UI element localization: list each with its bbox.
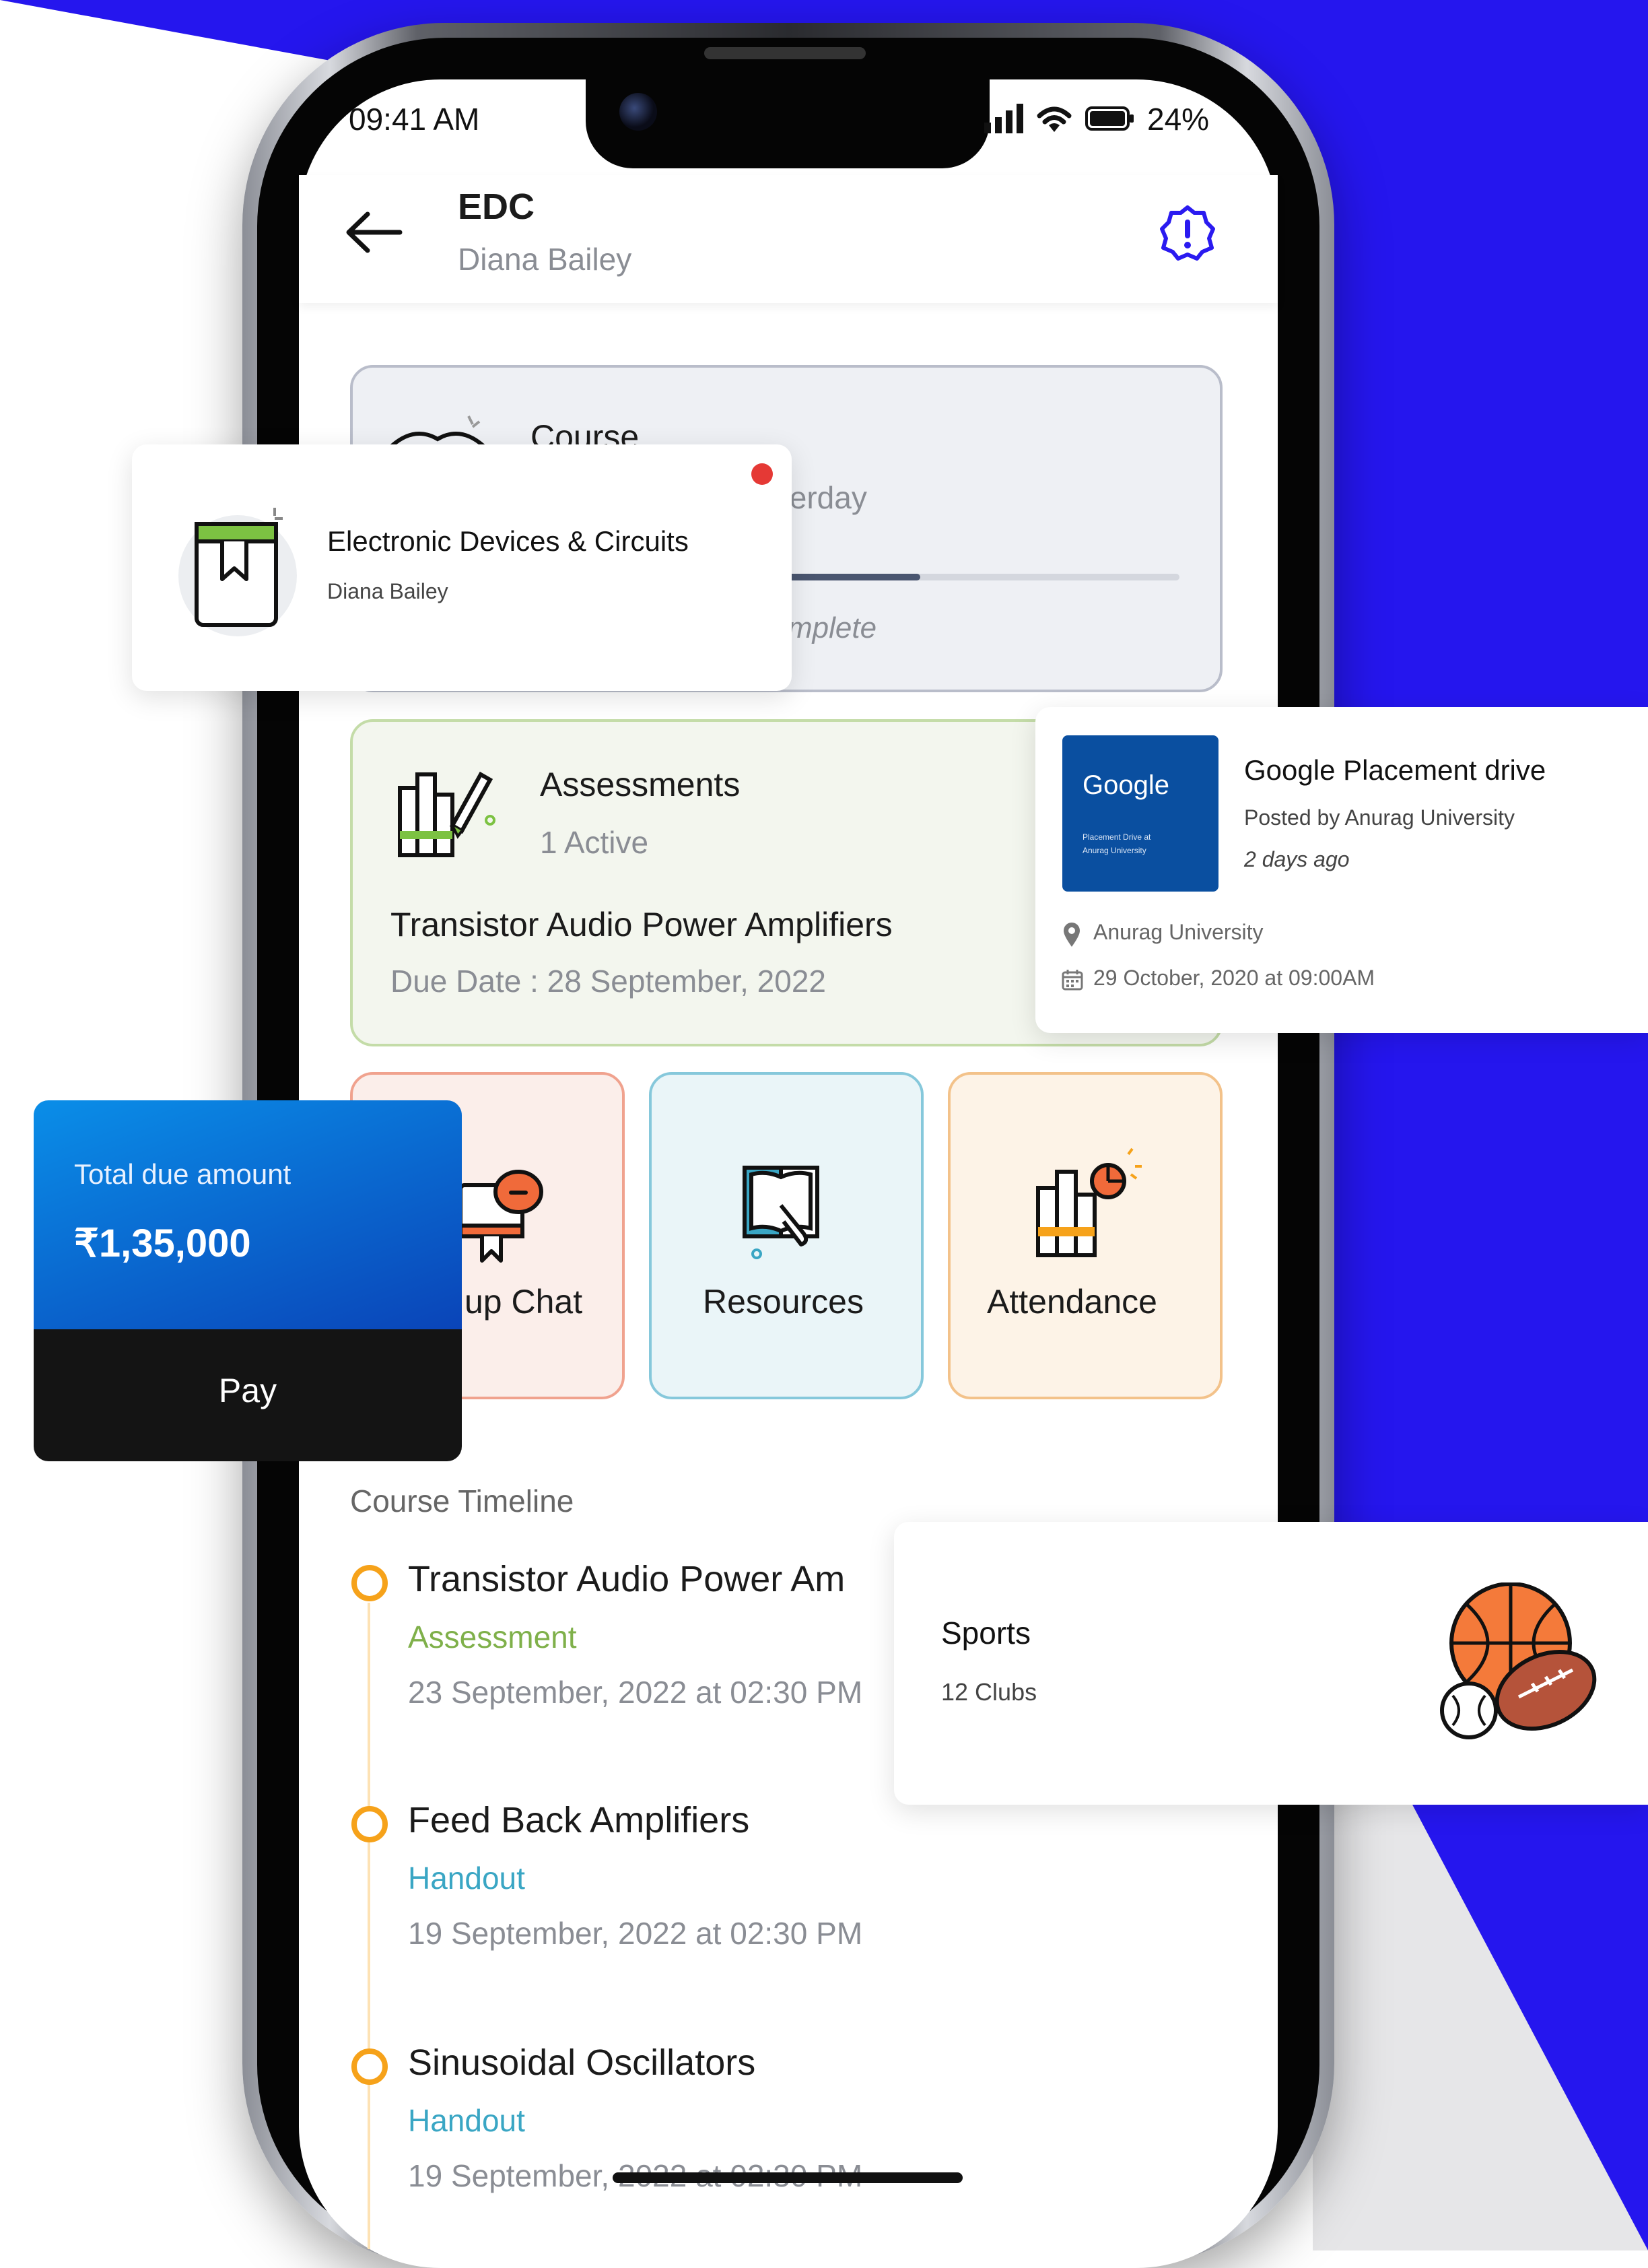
timeline-item-2-date: 19 September, 2022 at 02:30 PM	[408, 1916, 863, 1951]
notification-title: Electronic Devices & Circuits	[327, 525, 689, 557]
timeline-item-1-title[interactable]: Transistor Audio Power Am	[408, 1558, 845, 1600]
assessments-title: Assessments	[540, 766, 741, 803]
placement-datetime: 29 October, 2020 at 09:00AM	[1093, 966, 1375, 990]
payment-card	[34, 1100, 462, 1329]
timeline-item-2-title[interactable]: Feed Back Amplifiers	[408, 1799, 749, 1841]
course-progress-label: mplete	[788, 611, 877, 644]
group-chat-icon	[458, 1170, 543, 1263]
placement-location: Anurag University	[1093, 920, 1264, 944]
timeline-line	[368, 1603, 370, 2249]
home-indicator[interactable]	[613, 2172, 963, 2183]
page-subtitle: Diana Bailey	[458, 242, 632, 277]
resources-book-icon	[743, 1166, 819, 1259]
notification-author: Diana Bailey	[327, 579, 448, 603]
pay-button-label: Pay	[218, 1372, 277, 1409]
wifi-icon	[1037, 106, 1072, 132]
google-logo-subtext-2: Anurag University	[1083, 846, 1146, 855]
calendar-icon	[1062, 970, 1083, 991]
location-pin-icon	[1064, 923, 1080, 947]
timeline-item-1-date: 23 September, 2022 at 02:30 PM	[408, 1675, 863, 1710]
timeline-heading: Course Timeline	[350, 1483, 574, 1519]
payment-amount: ₹1,35,000	[74, 1222, 251, 1265]
resources-label: Resources	[703, 1283, 864, 1321]
unread-dot	[751, 463, 773, 485]
payment-label: Total due amount	[74, 1158, 291, 1190]
pay-button[interactable]: Pay	[34, 1329, 462, 1461]
placement-posted-ago: 2 days ago	[1244, 847, 1350, 871]
google-logo-text: Google	[1083, 770, 1169, 800]
battery-percent: 24%	[1147, 102, 1210, 137]
course-progress-fill	[781, 574, 921, 580]
signal-icon	[984, 104, 1023, 133]
course-subtitle: terday	[781, 480, 867, 515]
sports-title: Sports	[941, 1615, 1031, 1650]
placement-title: Google Placement drive	[1244, 754, 1546, 786]
timeline-item-3-title[interactable]: Sinusoidal Oscillators	[408, 2042, 755, 2083]
sports-count: 12 Clubs	[941, 1678, 1037, 1706]
sports-balls-icon	[1440, 1582, 1597, 1739]
google-logo-subtext-1: Placement Drive at	[1083, 832, 1151, 842]
attendance-label: Attendance	[987, 1283, 1157, 1321]
camera-icon	[619, 93, 657, 131]
placement-posted-by: Posted by Anurag University	[1244, 805, 1515, 830]
status-time: 09:41 AM	[349, 102, 480, 137]
timeline-item-3-type: Handout	[408, 2103, 525, 2138]
back-arrow-icon[interactable]	[343, 209, 404, 256]
bookmark-book-icon	[178, 508, 297, 636]
timeline-marker-3	[351, 2048, 388, 2085]
timeline-marker-2	[351, 1806, 388, 1842]
assessments-status: 1 Active	[540, 825, 649, 860]
timeline-marker-1	[351, 1565, 388, 1601]
battery-icon	[1085, 106, 1134, 131]
timeline-item-1-type: Assessment	[408, 1620, 577, 1655]
course-progress-track	[781, 574, 1179, 580]
timeline-item-2-type: Handout	[408, 1861, 525, 1896]
page-title: EDC	[458, 187, 535, 227]
attendance-chart-icon	[1036, 1147, 1142, 1257]
group-chat-label: up Chat	[465, 1283, 583, 1321]
assessment-chart-icon	[398, 771, 495, 857]
google-logo-thumbnail: Google Placement Drive at Anurag Univers…	[1062, 735, 1218, 892]
speaker-grille	[704, 47, 866, 59]
alert-badge-icon[interactable]	[1159, 205, 1216, 261]
assessment-due-date: Due Date : 28 September, 2022	[390, 964, 826, 999]
app-bar	[299, 175, 1278, 303]
assessment-item-title: Transistor Audio Power Amplifiers	[390, 906, 893, 943]
